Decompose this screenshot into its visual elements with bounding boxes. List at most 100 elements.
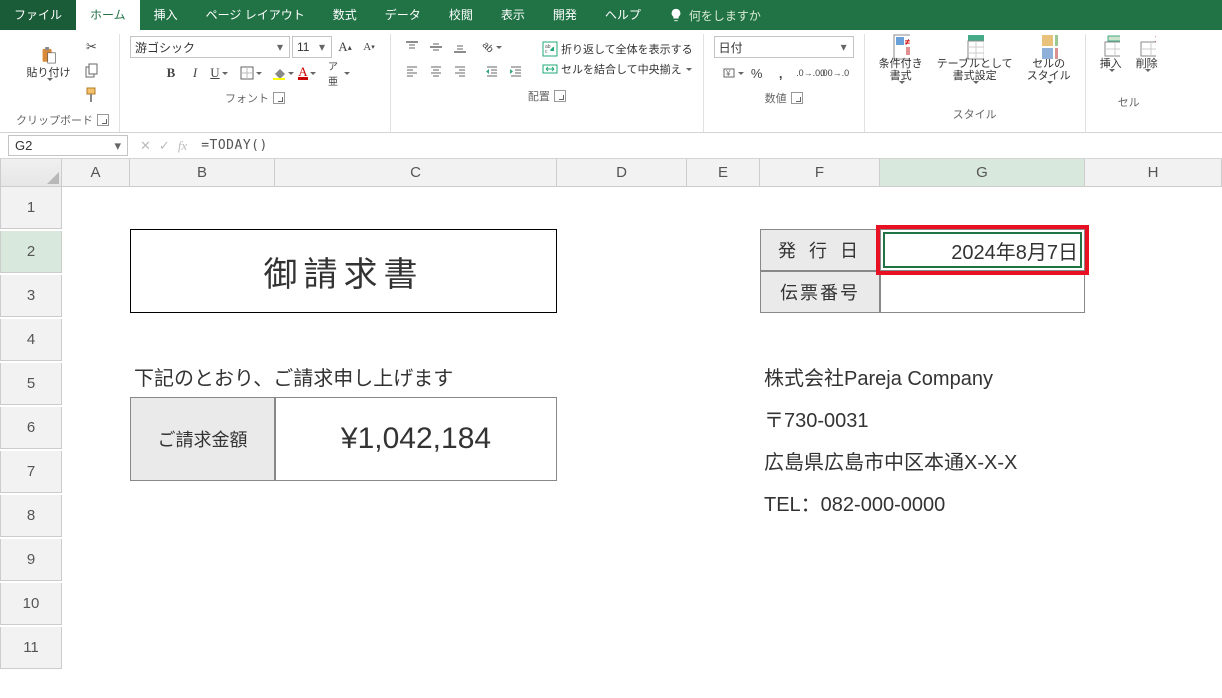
tab-developer[interactable]: 開発	[539, 0, 591, 30]
ribbon: ファイル ホーム 挿入 ページ レイアウト 数式 データ 校閲 表示 開発 ヘル…	[0, 0, 1222, 133]
align-top-button[interactable]	[401, 36, 423, 58]
row-header-9[interactable]: 9	[0, 539, 62, 581]
cells-area[interactable]: 御請求書 発 行 日 伝票番号 2024年8月7日 下記のとおり、ご請求申し上げ…	[62, 187, 1222, 649]
group-styles-label: スタイル	[953, 106, 997, 122]
tab-file[interactable]: ファイル	[0, 0, 76, 30]
align-center-button[interactable]	[425, 60, 447, 82]
format-painter-button[interactable]	[81, 84, 103, 106]
paste-button[interactable]: 貼り付け	[23, 45, 75, 97]
decrease-indent-button[interactable]	[481, 60, 503, 82]
orientation-button[interactable]: ab	[481, 36, 503, 58]
column-headers: A B C D E F G H	[0, 159, 1222, 187]
font-name-combo[interactable]: 游ゴシック ▾	[130, 36, 290, 58]
row-header-4[interactable]: 4	[0, 319, 62, 361]
svg-text:≠: ≠	[905, 37, 910, 47]
decrease-decimal-button[interactable]: .00→.0	[824, 62, 846, 84]
column-header-B[interactable]: B	[130, 159, 275, 187]
phonetic-button[interactable]: ア亜	[328, 62, 350, 84]
tab-help[interactable]: ヘルプ	[591, 0, 655, 30]
name-box[interactable]: G2 ▾	[8, 135, 128, 156]
cut-button[interactable]: ✂	[81, 36, 103, 58]
chevron-down-icon	[1107, 72, 1115, 86]
postal-code: 〒730-0031	[760, 397, 1180, 439]
decrease-font-button[interactable]: A▾	[358, 36, 380, 58]
column-header-E[interactable]: E	[687, 159, 760, 187]
enter-formula-button[interactable]: ✓	[159, 138, 170, 154]
column-header-F[interactable]: F	[760, 159, 880, 187]
align-middle-button[interactable]	[425, 36, 447, 58]
number-dialog-launcher[interactable]	[791, 92, 803, 104]
fx-icon[interactable]: fx	[178, 138, 187, 154]
wrap-text-button[interactable]: abc 折り返して全体を表示する	[541, 40, 693, 58]
chevron-down-icon	[971, 84, 979, 98]
align-right-button[interactable]	[449, 60, 471, 82]
underline-button[interactable]: U	[208, 62, 230, 84]
alignment-dialog-launcher[interactable]	[554, 90, 566, 102]
copy-button[interactable]	[81, 60, 103, 82]
conditional-formatting-label: 条件付き 書式	[879, 58, 923, 82]
bold-button[interactable]: B	[160, 62, 182, 84]
font-dialog-launcher[interactable]	[273, 92, 285, 104]
group-font-label: フォント	[225, 90, 269, 106]
increase-decimal-button[interactable]: .0→.00	[800, 62, 822, 84]
row-header-10[interactable]: 10	[0, 583, 62, 625]
tab-formulas[interactable]: 数式	[319, 0, 371, 30]
merge-center-button[interactable]: セルを結合して中央揃え	[541, 60, 693, 78]
clipboard-dialog-launcher[interactable]	[97, 114, 109, 126]
insert-cells-button[interactable]: 挿入	[1096, 36, 1126, 88]
borders-button[interactable]	[240, 62, 262, 84]
tab-review[interactable]: 校閲	[435, 0, 487, 30]
tab-home[interactable]: ホーム	[76, 0, 140, 30]
tab-view[interactable]: 表示	[487, 0, 539, 30]
chevron-down-icon	[1143, 72, 1151, 86]
row-header-8[interactable]: 8	[0, 495, 62, 537]
tab-page-layout[interactable]: ページ レイアウト	[192, 0, 319, 30]
comma-style-button[interactable]: ,	[770, 62, 792, 84]
italic-button[interactable]: I	[184, 62, 206, 84]
font-size-combo[interactable]: 11 ▾	[292, 36, 332, 58]
format-as-table-icon	[966, 38, 984, 56]
slip-number-value	[880, 271, 1085, 313]
align-bottom-button[interactable]	[449, 36, 471, 58]
row-header-2[interactable]: 2	[0, 231, 62, 273]
column-header-D[interactable]: D	[557, 159, 687, 187]
number-format-combo[interactable]: 日付 ▾	[714, 36, 854, 58]
wrap-text-icon: abc	[541, 40, 559, 58]
tab-insert[interactable]: 挿入	[140, 0, 192, 30]
delete-cells-button[interactable]: 削除	[1132, 36, 1162, 88]
row-header-6[interactable]: 6	[0, 407, 62, 449]
cell-styles-icon	[1040, 38, 1058, 56]
increase-font-button[interactable]: A▴	[334, 36, 356, 58]
format-as-table-button[interactable]: テーブルとして 書式設定	[933, 36, 1017, 100]
format-as-table-label: テーブルとして 書式設定	[937, 58, 1013, 82]
align-left-button[interactable]	[401, 60, 423, 82]
column-header-G[interactable]: G	[880, 159, 1085, 187]
accounting-format-button[interactable]: ¥	[722, 62, 744, 84]
group-alignment-label: 配置	[528, 88, 550, 104]
tell-me[interactable]: 何をしますか	[655, 0, 775, 30]
column-header-H[interactable]: H	[1085, 159, 1222, 187]
conditional-formatting-button[interactable]: ≠ 条件付き 書式	[875, 36, 927, 100]
increase-indent-button[interactable]	[505, 60, 527, 82]
column-header-A[interactable]: A	[62, 159, 130, 187]
amount-label: ご請求金額	[130, 397, 275, 481]
company-name: 株式会社Pareja Company	[760, 355, 1180, 397]
worksheet-grid[interactable]: A B C D E F G H 1 2 3 4 5 6 7 8 9 10 11 …	[0, 159, 1222, 669]
fill-color-button[interactable]	[272, 62, 294, 84]
chevron-down-icon	[1045, 84, 1053, 98]
font-color-button[interactable]: A	[296, 62, 318, 84]
select-all-button[interactable]	[0, 159, 62, 187]
row-header-11[interactable]: 11	[0, 627, 62, 669]
tab-data[interactable]: データ	[371, 0, 435, 30]
row-header-5[interactable]: 5	[0, 363, 62, 405]
percent-style-button[interactable]: %	[746, 62, 768, 84]
row-header-7[interactable]: 7	[0, 451, 62, 493]
svg-text:¥: ¥	[725, 69, 731, 78]
formula-input[interactable]	[195, 133, 1222, 158]
row-header-3[interactable]: 3	[0, 275, 62, 317]
font-name-value: 游ゴシック	[135, 39, 275, 56]
row-header-1[interactable]: 1	[0, 187, 62, 229]
cell-styles-button[interactable]: セルの スタイル	[1023, 36, 1075, 100]
column-header-C[interactable]: C	[275, 159, 557, 187]
cancel-formula-button[interactable]: ✕	[140, 138, 151, 154]
